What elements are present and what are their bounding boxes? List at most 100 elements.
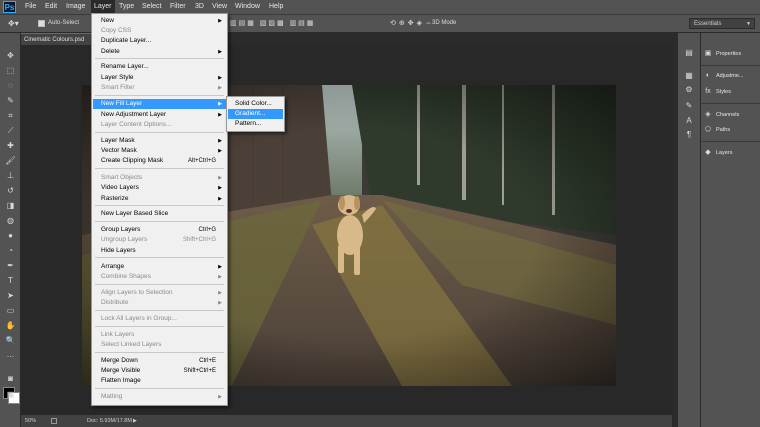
chevron-down-icon: ▼ xyxy=(746,21,751,27)
adjustments-icon: ◐ xyxy=(705,72,711,79)
menu-item-layer-content-options: Layer Content Options... xyxy=(101,121,172,128)
export-icon[interactable] xyxy=(51,418,57,424)
submenu-arrow-icon: ▶ xyxy=(218,300,222,306)
submenu-item-solid-color[interactable]: Solid Color... xyxy=(228,99,283,109)
paint-bucket-tool-icon[interactable]: ◍ xyxy=(4,215,17,226)
auto-select-checkbox[interactable] xyxy=(38,20,45,27)
marquee-tool-icon[interactable]: ⬚ xyxy=(4,65,17,76)
submenu-arrow-icon: ▶ xyxy=(218,264,222,270)
shape-tool-icon[interactable]: ▭ xyxy=(4,305,17,316)
menu-select[interactable]: Select xyxy=(139,0,164,14)
align-icons[interactable]: ▥▤▦ ▧▨▩ ▥▤▦ xyxy=(230,18,315,29)
menu-type[interactable]: Type xyxy=(116,0,137,14)
healing-brush-tool-icon[interactable]: ✚ xyxy=(4,140,17,151)
submenu-arrow-icon: ▶ xyxy=(218,75,222,81)
lasso-tool-icon[interactable]: ◌ xyxy=(4,80,17,91)
document-info[interactable]: Doc: 5.93M/17.8M xyxy=(87,415,132,427)
menu-item-merge-down[interactable]: Merge Down Ctrl+E xyxy=(93,356,226,366)
menu-item-flatten-image[interactable]: Flatten Image xyxy=(93,376,226,386)
layers-icon: ◆ xyxy=(705,149,711,156)
menu-item-distribute: Distribute ▶ xyxy=(101,299,222,306)
workspace-dropdown[interactable]: Essentials ▼ xyxy=(689,18,755,29)
move-tool-icon[interactable]: ✥▾ xyxy=(8,18,19,29)
quick-mask-icon[interactable]: ◙ xyxy=(4,373,17,384)
menu-file[interactable]: File xyxy=(22,0,39,14)
styles-icon: fx xyxy=(705,88,711,95)
new-fill-layer-submenu: Solid Color... Gradient... Pattern... xyxy=(226,96,285,132)
menu-item-combine-shapes: Combine Shapes ▶ xyxy=(101,273,222,280)
brush-panel-icon[interactable]: ✎ xyxy=(683,101,695,111)
crop-tool-icon[interactable]: ⌗ xyxy=(4,110,17,121)
menu-separator xyxy=(95,95,224,96)
menu-item-new-adjustment-layer[interactable]: New Adjustment Layer ▶ xyxy=(93,110,226,120)
menu-item-create-clipping-mask[interactable]: Create Clipping Mask Alt+Ctrl+G xyxy=(93,156,226,166)
zoom-tool-icon[interactable]: 🔍 xyxy=(4,335,17,346)
menu-help[interactable]: Help xyxy=(266,0,286,14)
menu-item-delete[interactable]: Delete ▶ xyxy=(93,47,226,57)
menu-item-merge-visible[interactable]: Merge Visible Shift+Ctrl+E xyxy=(93,366,226,376)
menu-view[interactable]: View xyxy=(209,0,230,14)
menu-item-new-layer-based-slice[interactable]: New Layer Based Slice xyxy=(93,209,226,219)
menu-item-new-fill-layer[interactable]: New Fill Layer ▶ xyxy=(93,99,226,109)
menu-item-layer-style[interactable]: Layer Style ▶ xyxy=(93,73,226,83)
quick-select-tool-icon[interactable]: ✎ xyxy=(4,95,17,106)
menu-edit[interactable]: Edit xyxy=(42,0,60,14)
menu-item-arrange[interactable]: Arrange ▶ xyxy=(93,262,226,272)
auto-select-label: Auto-Select xyxy=(48,20,80,26)
menu-item-layer-mask[interactable]: Layer Mask ▶ xyxy=(93,136,226,146)
submenu-arrow-icon: ▶ xyxy=(218,112,222,118)
submenu-item-pattern[interactable]: Pattern... xyxy=(228,119,283,129)
menu-separator xyxy=(95,326,224,327)
menu-separator xyxy=(95,310,224,311)
panel-dock: ▣ Properties ◐ Adjustme... fx Styles ◈ Chann… xyxy=(700,33,760,427)
screen-mode-icon[interactable]: ▣ xyxy=(4,389,17,400)
clone-stamp-tool-icon[interactable]: ⊥ xyxy=(4,170,17,181)
menu-item-align-layers: Align Layers to Selection ▶ xyxy=(101,289,222,296)
menu-item-video-layers[interactable]: Video Layers ▶ xyxy=(93,183,226,193)
menu-3d[interactable]: 3D xyxy=(192,0,207,14)
brush-tool-icon[interactable]: 🖌 xyxy=(4,155,17,166)
character-panel-icon[interactable]: A xyxy=(683,116,695,126)
zoom-level[interactable]: 50% xyxy=(25,415,36,427)
hand-tool-icon[interactable]: ✋ xyxy=(4,320,17,331)
menu-separator xyxy=(95,221,224,222)
panel-channels[interactable]: ◈ Channels xyxy=(703,108,759,122)
menu-item-duplicate-layer[interactable]: Duplicate Layer... xyxy=(93,36,226,46)
eraser-tool-icon[interactable]: ◨ xyxy=(4,200,17,211)
history-brush-tool-icon[interactable]: ↺ xyxy=(4,185,17,196)
document-tab[interactable]: Cinematic Colours.psd xyxy=(21,33,93,45)
type-tool-icon[interactable]: T xyxy=(4,275,17,286)
menu-layer[interactable]: Layer xyxy=(91,0,115,14)
3d-mode-icons[interactable]: ⟲⊕✥◈⇔ xyxy=(390,18,435,29)
menu-item-vector-mask[interactable]: Vector Mask ▶ xyxy=(93,146,226,156)
actions-panel-icon[interactable]: ⚙ xyxy=(683,85,695,95)
menu-item-rename-layer[interactable]: Rename Layer... xyxy=(93,62,226,72)
menu-window[interactable]: Window xyxy=(232,0,263,14)
path-selection-tool-icon[interactable]: ➤ xyxy=(4,290,17,301)
menu-item-hide-layers[interactable]: Hide Layers xyxy=(93,246,226,256)
history-panel-icon[interactable]: ▤ xyxy=(683,48,695,58)
panel-properties[interactable]: ▣ Properties xyxy=(703,47,759,61)
blur-tool-icon[interactable]: ● xyxy=(4,230,17,241)
menu-item-new[interactable]: New ▶ xyxy=(93,16,226,26)
doc-info-arrow-icon[interactable]: ▶ xyxy=(133,415,137,427)
submenu-item-gradient[interactable]: Gradient... xyxy=(228,109,283,119)
paragraph-panel-icon[interactable]: ¶ xyxy=(683,130,695,140)
panel-styles[interactable]: fx Styles xyxy=(703,85,759,99)
menu-filter[interactable]: Filter xyxy=(167,0,189,14)
more-tools-icon[interactable]: … xyxy=(4,349,17,360)
swatches-panel-icon[interactable]: ▦ xyxy=(683,71,695,81)
menu-item-rasterize[interactable]: Rasterize ▶ xyxy=(93,194,226,204)
menu-separator xyxy=(95,58,224,59)
panel-layers[interactable]: ◆ Layers xyxy=(703,146,759,160)
dodge-tool-icon[interactable]: ◔ xyxy=(4,245,17,256)
submenu-arrow-icon: ▶ xyxy=(218,138,222,144)
eyedropper-tool-icon[interactable]: ⟋ xyxy=(4,125,17,136)
panel-adjustments[interactable]: ◐ Adjustme... xyxy=(703,69,759,83)
menu-separator xyxy=(95,257,224,258)
move-tool-icon[interactable]: ✥ xyxy=(4,50,17,61)
panel-paths[interactable]: ⬠ Paths xyxy=(703,123,759,137)
menu-item-group-layers[interactable]: Group Layers Ctrl+G xyxy=(93,225,226,235)
pen-tool-icon[interactable]: ✒ xyxy=(4,260,17,271)
menu-image[interactable]: Image xyxy=(63,0,88,14)
